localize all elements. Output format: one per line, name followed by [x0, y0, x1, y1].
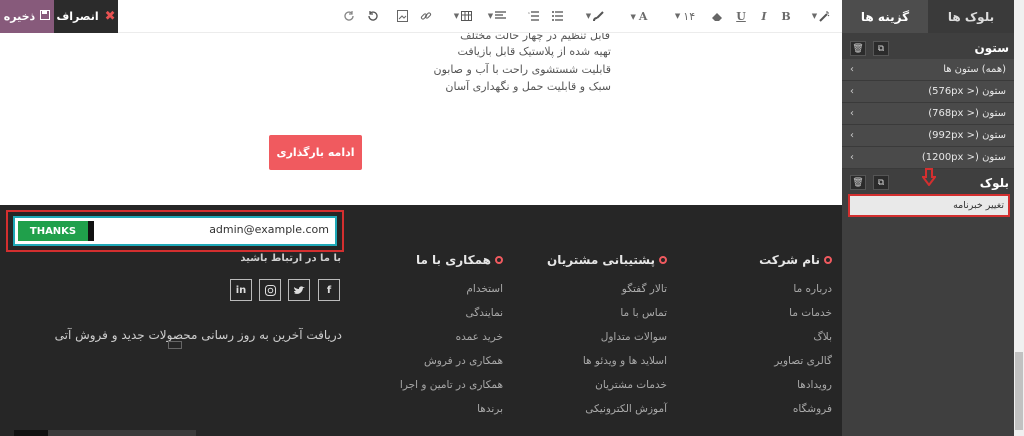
trash-icon[interactable]: 🗑 [850, 41, 866, 56]
svg-text:1: 1 [528, 11, 530, 15]
arrow-down-icon [922, 168, 936, 186]
newsletter-highlight: THANKS admin@example.com [6, 210, 344, 252]
table-icon[interactable]: ▼ [452, 8, 474, 24]
footer-link[interactable]: تالار گفتگو [622, 283, 667, 295]
footer-link[interactable]: همکاری در تامین و اجرا [400, 379, 503, 391]
font-color-icon[interactable]: ▼ A [628, 8, 650, 24]
refresh-icon[interactable] [342, 8, 356, 24]
trash-icon[interactable]: 🗑 [850, 175, 866, 190]
copy-icon[interactable]: ⧉ [873, 41, 889, 56]
footer-title-support: پشتیبانی مشتریان [547, 253, 667, 267]
twitter-icon[interactable] [288, 279, 310, 301]
scrollbar[interactable] [1014, 0, 1024, 436]
contact-title: با ما در ارتباط باشید [240, 253, 341, 264]
close-icon: ✖ [104, 9, 116, 24]
discard-button[interactable]: انصراف ✖ [54, 0, 118, 33]
floppy-icon [40, 10, 51, 23]
footer-link[interactable]: تماس با ما [620, 307, 667, 319]
newsletter-form: THANKS admin@example.com [13, 216, 337, 246]
footer-link[interactable]: همکاری در فروش [424, 355, 503, 367]
feature-line: قابل تنظیم در چهار حالت مختلف [460, 33, 610, 42]
change-newsletter-button[interactable]: تغییر خبرنامه [848, 194, 1010, 217]
bold-icon[interactable]: B [779, 8, 793, 24]
instagram-icon[interactable] [259, 279, 281, 301]
column-row[interactable]: ‹ ستون (< 992px) [842, 125, 1014, 147]
footer-link[interactable]: آموزش الکترونیکی [585, 403, 667, 415]
bullet-icon [495, 256, 503, 264]
tab-options[interactable]: گزینه ها [842, 0, 928, 33]
bottom-bar-overlay [48, 430, 196, 436]
font-size-dropdown[interactable]: ▼ ۱۴ [672, 8, 698, 24]
editor-toolbar: ذخیره انصراف ✖ ▼ ▼ 1 ▼ ▼ A ▼ ۱۴ U I B ▼ [0, 0, 842, 33]
footer-link[interactable]: فروشگاه [793, 403, 832, 415]
footer-link[interactable]: نمایندگی [465, 307, 503, 319]
tab-blocks[interactable]: بلوک ها [928, 0, 1014, 33]
feature-line: قابلیت شستشوی راحت با آب و صابون [433, 63, 612, 76]
undo-icon[interactable] [366, 8, 380, 24]
block-section-title: بلوک [979, 176, 1009, 190]
footer-link[interactable]: درباره ما [793, 283, 832, 295]
footer-link[interactable]: سوالات متداول [601, 331, 667, 343]
bullet-icon [659, 256, 667, 264]
column-row[interactable]: ‹ ستون (< 768px) [842, 103, 1014, 125]
column-section-title: ستون [974, 41, 1009, 55]
image-icon[interactable] [395, 8, 409, 24]
brush-icon[interactable]: ▼ [584, 8, 606, 24]
thanks-button[interactable]: THANKS [18, 221, 88, 241]
scrollbar-thumb[interactable] [1015, 352, 1023, 430]
footer-link[interactable]: اسلاید ها و ویدئو ها [583, 355, 667, 367]
footer-title-partnership: همکاری با ما [416, 253, 503, 267]
snippet-handle-icon [168, 341, 182, 349]
bullet-icon [824, 256, 832, 264]
chevron-left-icon: ‹ [850, 152, 854, 163]
save-label: ذخیره [3, 10, 36, 23]
ordered-list-icon[interactable]: 1 [526, 8, 540, 24]
italic-icon[interactable]: I [757, 8, 771, 24]
link-icon[interactable] [419, 8, 433, 24]
email-field[interactable]: admin@example.com [209, 223, 329, 236]
column-row[interactable]: ‹ ستون (< 1200px) [842, 147, 1014, 169]
footer-link[interactable]: خدمات مشتریان [595, 379, 667, 391]
eraser-icon[interactable] [710, 8, 724, 24]
newsletter-text: دریافت آخرین به روز رسانی محصولات جدید و… [54, 328, 342, 342]
linkedin-icon[interactable]: in [230, 279, 252, 301]
footer-link[interactable]: بلاگ [813, 331, 832, 343]
footer-link[interactable]: رویدادها [797, 379, 832, 391]
chevron-left-icon: ‹ [850, 64, 854, 75]
column-row[interactable]: ‹ ستون (< 576px) [842, 81, 1014, 103]
footer-link[interactable]: خدمات ما [789, 307, 832, 319]
footer-link[interactable]: خرید عمده [456, 331, 503, 343]
page-canvas: قابل تنظیم در چهار حالت مختلف تهیه شده ا… [0, 33, 842, 436]
footer-link[interactable]: برندها [477, 403, 503, 415]
magic-wand-icon[interactable]: ▼ [810, 8, 832, 24]
chevron-left-icon: ‹ [850, 108, 854, 119]
load-more-button[interactable]: ادامه بارگذاری [269, 135, 362, 170]
feature-line: سبک و قابلیت حمل و نگهداری آسان [445, 80, 611, 93]
options-panel: گزینه ها بلوک ها ستون 🗑 ⧉ ‹ (همه) ستون ه… [842, 0, 1014, 436]
underline-icon[interactable]: U [734, 8, 748, 24]
footer-link[interactable]: گالری تصاویر [774, 355, 832, 367]
font-size-value: ۱۴ [683, 9, 696, 23]
button-edge [88, 221, 94, 241]
column-row[interactable]: ‹ (همه) ستون ها [842, 59, 1014, 81]
align-icon[interactable]: ▼ [486, 8, 508, 24]
discard-label: انصراف [56, 10, 99, 23]
copy-icon[interactable]: ⧉ [873, 175, 889, 190]
footer-link[interactable]: استخدام [466, 283, 503, 295]
facebook-icon[interactable]: f [318, 279, 340, 301]
chevron-left-icon: ‹ [850, 130, 854, 141]
chevron-left-icon: ‹ [850, 86, 854, 97]
footer-title-company: نام شرکت [759, 253, 832, 267]
save-button[interactable]: ذخیره [0, 0, 54, 33]
unordered-list-icon[interactable] [550, 8, 564, 24]
feature-line: تهیه شده از پلاستیک قابل بازیافت [457, 45, 611, 58]
